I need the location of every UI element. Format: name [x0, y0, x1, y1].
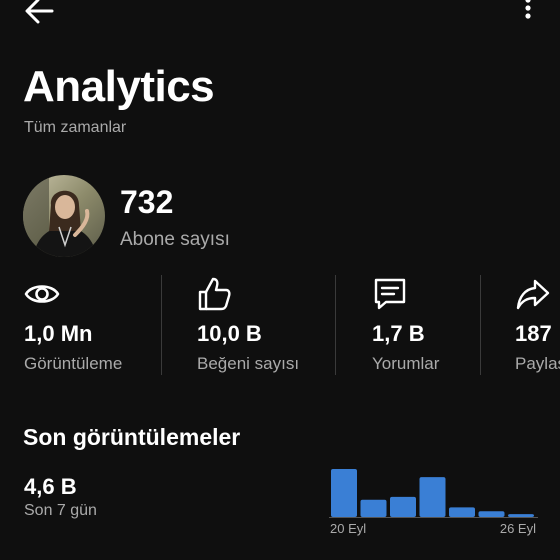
stat-label: Yorumlar	[372, 354, 440, 373]
share-icon	[515, 276, 551, 312]
divider	[161, 275, 162, 375]
stat-label: Paylaş	[515, 354, 560, 373]
time-range-label: Tüm zamanlar	[24, 119, 127, 136]
stat-value: 1,7 B	[372, 321, 425, 346]
eye-icon	[24, 276, 60, 312]
section-title: Son görüntülemeler	[23, 424, 241, 450]
stat-label: Beğeni sayısı	[197, 354, 300, 373]
chart-bar	[508, 514, 534, 517]
stat-value: 187	[515, 321, 552, 346]
stats-row: 1,0 Mn Görüntüleme 10,0 B Beğeni sayısı …	[0, 270, 560, 380]
chart-bar	[449, 507, 475, 517]
subscriber-count: 732	[120, 184, 174, 220]
chart-bar	[331, 469, 357, 517]
stat-label: Görüntüleme	[24, 354, 123, 373]
chart-bar	[360, 499, 387, 517]
more-vert-icon[interactable]	[516, 0, 540, 26]
arrow-left-icon[interactable]	[22, 0, 58, 30]
chart-bar	[419, 477, 446, 517]
recent-period-label: Son 7 gün	[24, 502, 97, 519]
stat-value: 1,0 Mn	[24, 321, 93, 346]
views-bar-chart[interactable]: 20 Eyl 26 Eyl	[326, 462, 542, 542]
top-app-bar	[0, 0, 560, 30]
stat-value: 10,0 B	[197, 321, 262, 346]
divider	[335, 275, 336, 375]
avatar[interactable]	[23, 175, 105, 257]
chart-tick-label: 26 Eyl	[500, 521, 536, 536]
divider	[480, 275, 481, 375]
thumbs-up-icon	[197, 276, 233, 312]
comment-icon	[372, 276, 408, 312]
chart-bar	[478, 511, 505, 517]
recent-views-value: 4,6 B	[24, 474, 77, 499]
chart-tick-label: 20 Eyl	[330, 521, 366, 536]
page-title: Analytics	[23, 62, 215, 111]
subscriber-label: Abone sayısı	[120, 229, 230, 250]
chart-bar	[390, 496, 416, 517]
